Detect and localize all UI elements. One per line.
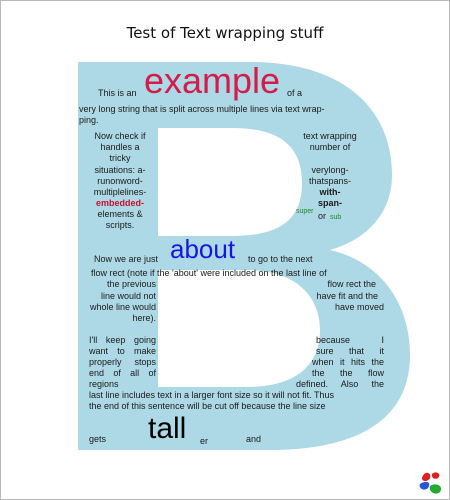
middle-right-3: flow rect the — [327, 279, 376, 289]
left-line-4: situations: a- — [94, 165, 146, 175]
middle-lead-text: Now we are just — [94, 254, 159, 264]
app-logo-icon — [419, 472, 442, 494]
bottom-right-3: when it hits the — [312, 357, 384, 367]
top-lead-text: This is an — [98, 88, 137, 98]
tall-word: tall — [148, 412, 187, 445]
top-trail-text: of a — [287, 88, 303, 98]
middle-line-2: flow rect (note if the 'about' were incl… — [91, 268, 327, 278]
middle-left-6: here). — [132, 313, 156, 323]
bottom-left-2: want to make — [89, 346, 156, 356]
left-line-embedded: embedded- — [95, 198, 144, 208]
subscript-text: sub — [330, 214, 342, 221]
or-text: or — [318, 211, 327, 221]
bottom-line-7: the end of this sentence will be cut off… — [89, 401, 326, 411]
about-word: about — [170, 234, 236, 264]
right-line-3: verylong- — [311, 165, 349, 175]
top-line-3: ping. — [79, 115, 99, 125]
middle-left-5: whole line would — [89, 302, 156, 312]
right-line-with: with- — [319, 187, 341, 197]
bottom-right-4: the the flow — [312, 368, 384, 378]
example-word: example — [144, 60, 281, 101]
bottom-gets-text: gets — [89, 434, 107, 444]
bottom-right-1: because I — [316, 335, 384, 345]
middle-left-3: the previous — [106, 279, 156, 289]
middle-left-4: line would not — [100, 291, 156, 301]
left-line-8: elements & — [97, 209, 143, 219]
middle-right-5: have moved — [334, 302, 384, 312]
bottom-left-4: end of all of — [89, 368, 156, 378]
bottom-left-1: I'll keep going — [89, 335, 156, 345]
er-text: er — [200, 436, 209, 446]
right-line-4: thatspans- — [308, 176, 352, 186]
left-line-2: handles a — [100, 142, 140, 152]
left-line-1: Now check if — [94, 131, 146, 141]
middle-right-4: have fit and the — [316, 291, 378, 301]
left-line-9: scripts. — [105, 220, 135, 230]
top-line-2: very long string that is split across mu… — [79, 104, 325, 114]
left-line-3: tricky — [109, 153, 131, 163]
left-line-6: multiplelines- — [93, 187, 147, 197]
and-text: and — [246, 434, 262, 444]
superscript-text: super — [296, 208, 314, 215]
bottom-line-6: last line includes text in a larger font… — [89, 390, 334, 400]
right-line-1: text wrapping — [303, 131, 357, 141]
middle-trail-text: to go to the next — [248, 254, 313, 264]
left-line-5: runonword- — [97, 176, 143, 186]
bottom-left-3: properly stops — [89, 357, 156, 367]
bottom-right-2: sure that it — [316, 346, 384, 356]
bottom-right-5: defined. Also the — [296, 379, 384, 389]
bottom-left-5: regions — [89, 379, 119, 389]
right-line-2: number of — [309, 142, 351, 152]
